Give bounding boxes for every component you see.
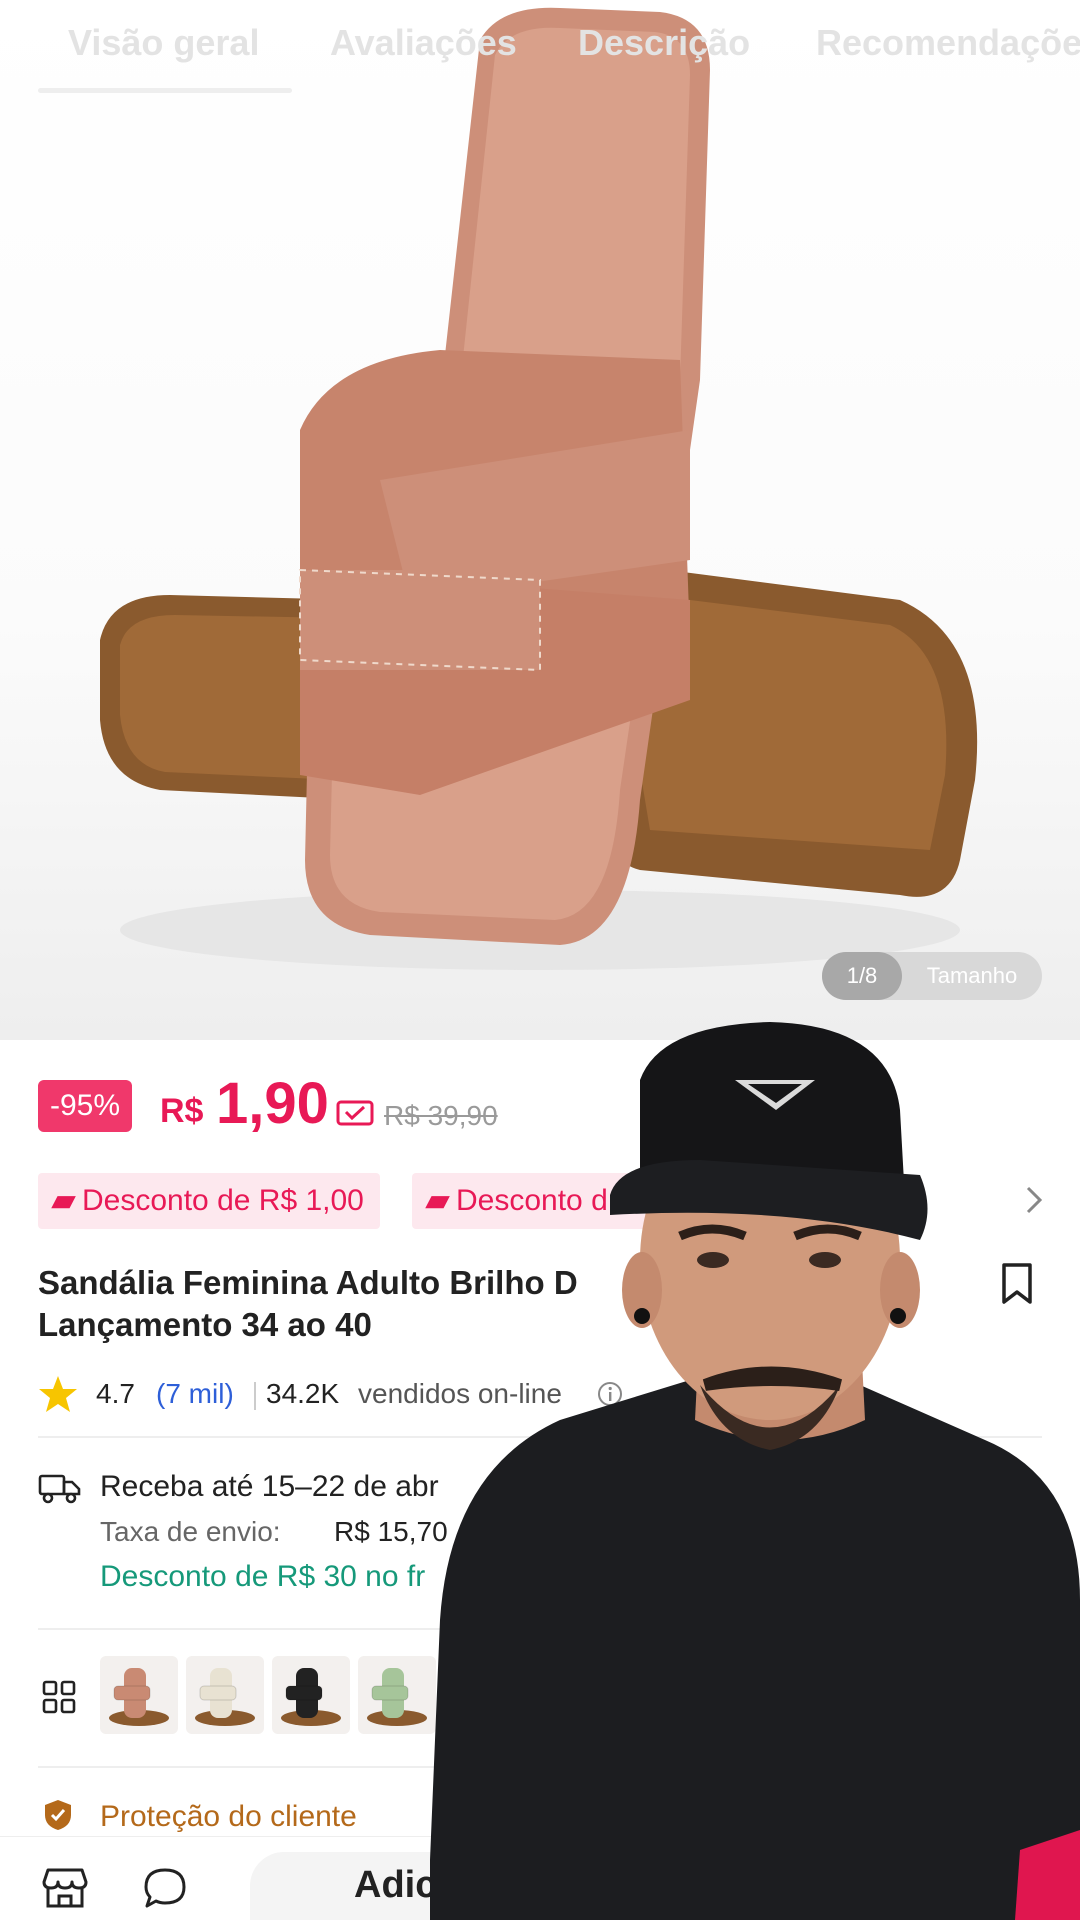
coupon-label: Desconto d bbox=[456, 1184, 608, 1217]
variant-thumbnail[interactable] bbox=[100, 1656, 178, 1734]
delivery-estimate: Receba até 15–22 de abr bbox=[100, 1470, 439, 1503]
shield-icon bbox=[45, 1800, 71, 1830]
divider bbox=[38, 1766, 1042, 1768]
active-tab-indicator bbox=[38, 88, 292, 93]
variant-thumbnail[interactable] bbox=[186, 1656, 264, 1734]
sandal-variant-icon bbox=[281, 1668, 341, 1726]
price-tag-icon[interactable] bbox=[336, 1098, 374, 1128]
sandal-illustration bbox=[100, 7, 978, 970]
sold-label: vendidos on-line bbox=[358, 1378, 562, 1409]
divider bbox=[38, 1436, 1042, 1438]
sandal-variant-icon bbox=[195, 1668, 255, 1726]
coupon-label: Desconto de R$ 1,00 bbox=[82, 1184, 364, 1217]
add-to-cart-label: Adic bbox=[354, 1864, 437, 1906]
coupon-icon: ▰ bbox=[426, 1184, 450, 1217]
star-icon bbox=[39, 1376, 77, 1412]
divider bbox=[254, 1382, 256, 1410]
discount-badge: -95% bbox=[38, 1080, 133, 1132]
gallery-pager[interactable]: 1/8 Tamanho bbox=[822, 952, 1042, 1000]
tab-description[interactable]: Descrição bbox=[578, 22, 750, 64]
coupon-icon: ▰ bbox=[52, 1184, 76, 1217]
sold-count: 34.2K bbox=[266, 1378, 340, 1409]
price-currency: R$ bbox=[160, 1092, 204, 1130]
shipping-fee-value: R$ 15,70 bbox=[334, 1516, 448, 1547]
divider bbox=[38, 1628, 1042, 1630]
gallery-counter: 1/8 bbox=[822, 952, 902, 1000]
info-icon[interactable] bbox=[596, 1380, 624, 1408]
tab-recommendations[interactable]: Recomendações bbox=[816, 22, 1080, 64]
chevron-right-icon[interactable] bbox=[1024, 1182, 1044, 1218]
product-title-line: Lançamento 34 ao 40 bbox=[38, 1306, 372, 1343]
coupon-chip[interactable]: ▰ Desconto d bbox=[412, 1173, 732, 1229]
tab-bar: Visão geral Avaliações Descrição Recomen… bbox=[0, 0, 1080, 96]
original-price: R$ 39,90 bbox=[384, 1100, 498, 1131]
rating-score: 4.7 bbox=[96, 1378, 135, 1409]
variant-thumbnail[interactable] bbox=[358, 1656, 436, 1734]
price-value: 1,90 bbox=[216, 1071, 329, 1136]
variant-thumbnail[interactable] bbox=[272, 1656, 350, 1734]
presenter-face bbox=[640, 1100, 900, 1420]
shipping-fee-label: Taxa de envio: bbox=[100, 1516, 281, 1547]
truck-icon bbox=[38, 1474, 81, 1504]
add-to-cart-button[interactable] bbox=[250, 1852, 810, 1920]
chat-icon[interactable] bbox=[142, 1866, 188, 1910]
reviews-link[interactable]: (7 mil) bbox=[156, 1378, 234, 1410]
sandal-variant-icon bbox=[367, 1668, 427, 1726]
size-chip[interactable]: Tamanho bbox=[902, 963, 1042, 989]
product-title: Sandália Feminina Adulto Brilho D Lançam… bbox=[38, 1262, 778, 1346]
shipping-promo: Desconto de R$ 30 no fr bbox=[100, 1560, 426, 1593]
store-icon[interactable] bbox=[42, 1866, 88, 1910]
coupon-chip[interactable]: ▰ Desconto de R$ 1,00 bbox=[38, 1173, 380, 1229]
product-image[interactable] bbox=[0, 0, 1080, 1040]
sandal-variant-icon bbox=[109, 1668, 169, 1726]
grid-icon[interactable] bbox=[42, 1680, 76, 1714]
bookmark-icon[interactable] bbox=[1000, 1262, 1034, 1306]
tab-overview[interactable]: Visão geral bbox=[68, 22, 259, 64]
product-title-line: Sandália Feminina Adulto Brilho D bbox=[38, 1264, 578, 1301]
customer-protection[interactable]: Proteção do cliente bbox=[100, 1800, 357, 1834]
tab-reviews[interactable]: Avaliações bbox=[330, 22, 517, 64]
